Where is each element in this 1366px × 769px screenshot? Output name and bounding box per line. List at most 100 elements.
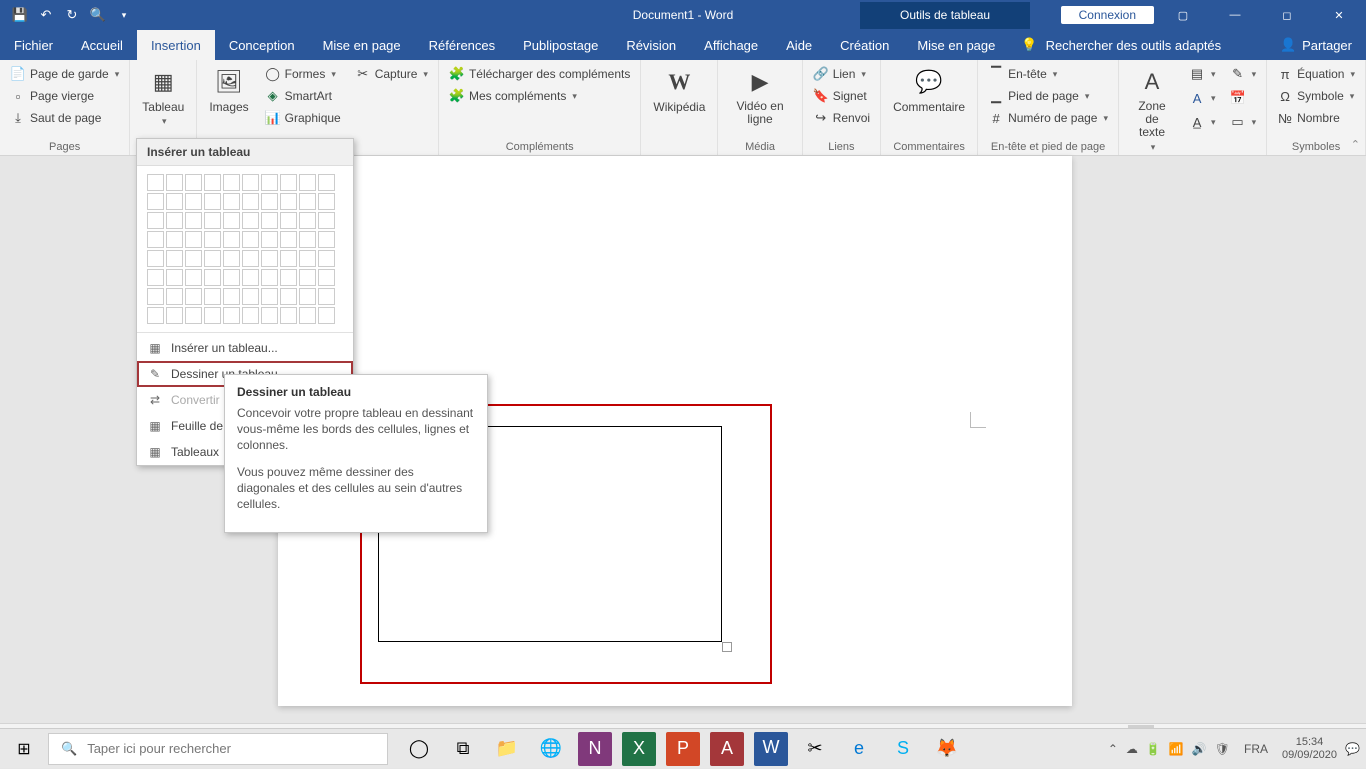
grid-cell[interactable] bbox=[147, 307, 164, 324]
table-size-grid[interactable] bbox=[137, 166, 353, 330]
save-icon[interactable]: 💾 bbox=[8, 3, 32, 27]
shapes-button[interactable]: ◯Formes▾ bbox=[261, 64, 345, 84]
datetime-button[interactable]: 📅 bbox=[1226, 88, 1261, 108]
grid-cell[interactable] bbox=[280, 193, 297, 210]
crossref-button[interactable]: ↪Renvoi bbox=[809, 108, 874, 128]
grid-cell[interactable] bbox=[185, 307, 202, 324]
grid-cell[interactable] bbox=[280, 288, 297, 305]
grid-cell[interactable] bbox=[147, 269, 164, 286]
grid-cell[interactable] bbox=[185, 193, 202, 210]
explorer-icon[interactable]: 📁 bbox=[490, 732, 524, 766]
grid-cell[interactable] bbox=[147, 250, 164, 267]
textbox-button[interactable]: A Zone de texte▾ bbox=[1125, 64, 1179, 155]
grid-cell[interactable] bbox=[204, 269, 221, 286]
table-button[interactable]: ▦ Tableau▾ bbox=[136, 64, 190, 129]
task-view-icon[interactable]: ⧉ bbox=[446, 732, 480, 766]
wikipedia-button[interactable]: W Wikipédia bbox=[647, 64, 711, 116]
grid-cell[interactable] bbox=[204, 174, 221, 191]
battery-icon[interactable]: 🔋 bbox=[1146, 742, 1161, 756]
ribbon-options-icon[interactable]: ▢ bbox=[1160, 0, 1206, 30]
snip-icon[interactable]: ✂ bbox=[798, 732, 832, 766]
qat-more-icon[interactable]: ▾ bbox=[112, 3, 136, 27]
grid-cell[interactable] bbox=[147, 174, 164, 191]
page-break-button[interactable]: ⤓Saut de page bbox=[6, 108, 123, 128]
grid-cell[interactable] bbox=[299, 231, 316, 248]
header-button[interactable]: ▔En-tête▾ bbox=[984, 64, 1112, 84]
grid-cell[interactable] bbox=[166, 307, 183, 324]
smartart-button[interactable]: ◈SmartArt bbox=[261, 86, 345, 106]
grid-cell[interactable] bbox=[299, 250, 316, 267]
tab-insertion[interactable]: Insertion bbox=[137, 30, 215, 60]
grid-cell[interactable] bbox=[204, 250, 221, 267]
cortana-icon[interactable]: ◯ bbox=[402, 732, 436, 766]
grid-cell[interactable] bbox=[261, 307, 278, 324]
grid-cell[interactable] bbox=[185, 269, 202, 286]
tab-conception[interactable]: Conception bbox=[215, 30, 309, 60]
volume-icon[interactable]: 🔊 bbox=[1192, 742, 1207, 756]
tab-accueil[interactable]: Accueil bbox=[67, 30, 137, 60]
collapse-ribbon-icon[interactable]: ⌃ bbox=[1351, 138, 1360, 151]
minimize-icon[interactable]: — bbox=[1212, 0, 1258, 30]
grid-cell[interactable] bbox=[261, 193, 278, 210]
grid-cell[interactable] bbox=[280, 307, 297, 324]
grid-cell[interactable] bbox=[299, 288, 316, 305]
close-icon[interactable]: ✕ bbox=[1316, 0, 1362, 30]
windows-search[interactable]: 🔍 Taper ici pour rechercher bbox=[48, 733, 388, 765]
notifications-icon[interactable]: 💬 bbox=[1345, 742, 1360, 756]
grid-cell[interactable] bbox=[223, 250, 240, 267]
grid-cell[interactable] bbox=[223, 193, 240, 210]
grid-cell[interactable] bbox=[223, 174, 240, 191]
grid-cell[interactable] bbox=[166, 174, 183, 191]
chrome-icon[interactable]: 🌐 bbox=[534, 732, 568, 766]
grid-cell[interactable] bbox=[318, 250, 335, 267]
grid-cell[interactable] bbox=[318, 307, 335, 324]
grid-cell[interactable] bbox=[299, 212, 316, 229]
powerpoint-icon[interactable]: P bbox=[666, 732, 700, 766]
grid-cell[interactable] bbox=[299, 307, 316, 324]
grid-cell[interactable] bbox=[204, 212, 221, 229]
capture-button[interactable]: ✂Capture▾ bbox=[351, 64, 432, 84]
grid-cell[interactable] bbox=[185, 231, 202, 248]
online-video-button[interactable]: ▶ Vidéo en ligne bbox=[724, 64, 795, 128]
word-taskbar-icon[interactable]: W bbox=[754, 732, 788, 766]
tab-fichier[interactable]: Fichier bbox=[0, 30, 67, 60]
grid-cell[interactable] bbox=[147, 231, 164, 248]
grid-cell[interactable] bbox=[261, 231, 278, 248]
grid-cell[interactable] bbox=[204, 288, 221, 305]
edge-icon[interactable]: e bbox=[842, 732, 876, 766]
grid-cell[interactable] bbox=[318, 174, 335, 191]
wifi-icon[interactable]: 📶 bbox=[1169, 742, 1184, 756]
cover-page-button[interactable]: 📄Page de garde▾ bbox=[6, 64, 123, 84]
insert-table-item[interactable]: ▦Insérer un tableau... bbox=[137, 335, 353, 361]
grid-cell[interactable] bbox=[261, 174, 278, 191]
dropcap-button[interactable]: A̲▾ bbox=[1185, 112, 1220, 132]
grid-cell[interactable] bbox=[166, 231, 183, 248]
firefox-icon[interactable]: 🦊 bbox=[930, 732, 964, 766]
quickparts-button[interactable]: ▤▾ bbox=[1185, 64, 1220, 84]
bookmark-button[interactable]: 🔖Signet bbox=[809, 86, 874, 106]
grid-cell[interactable] bbox=[223, 269, 240, 286]
onenote-icon[interactable]: N bbox=[578, 732, 612, 766]
excel-taskbar-icon[interactable]: X bbox=[622, 732, 656, 766]
tell-me-search[interactable]: 💡 Rechercher des outils adaptés bbox=[1009, 30, 1233, 60]
grid-cell[interactable] bbox=[223, 288, 240, 305]
grid-cell[interactable] bbox=[318, 288, 335, 305]
grid-cell[interactable] bbox=[185, 174, 202, 191]
grid-cell[interactable] bbox=[147, 212, 164, 229]
grid-cell[interactable] bbox=[166, 212, 183, 229]
preview-icon[interactable]: 🔍 bbox=[86, 3, 110, 27]
grid-cell[interactable] bbox=[261, 212, 278, 229]
equation-button[interactable]: πÉquation▾ bbox=[1273, 64, 1359, 84]
grid-cell[interactable] bbox=[166, 288, 183, 305]
grid-cell[interactable] bbox=[147, 193, 164, 210]
grid-cell[interactable] bbox=[204, 307, 221, 324]
comment-button[interactable]: 💬 Commentaire bbox=[887, 64, 971, 116]
signin-button[interactable]: Connexion bbox=[1061, 6, 1154, 24]
grid-cell[interactable] bbox=[147, 288, 164, 305]
grid-cell[interactable] bbox=[280, 231, 297, 248]
security-icon[interactable]: 🛡 bbox=[1215, 742, 1230, 756]
redo-icon[interactable]: ↻ bbox=[60, 3, 84, 27]
grid-cell[interactable] bbox=[318, 269, 335, 286]
grid-cell[interactable] bbox=[223, 212, 240, 229]
grid-cell[interactable] bbox=[261, 288, 278, 305]
